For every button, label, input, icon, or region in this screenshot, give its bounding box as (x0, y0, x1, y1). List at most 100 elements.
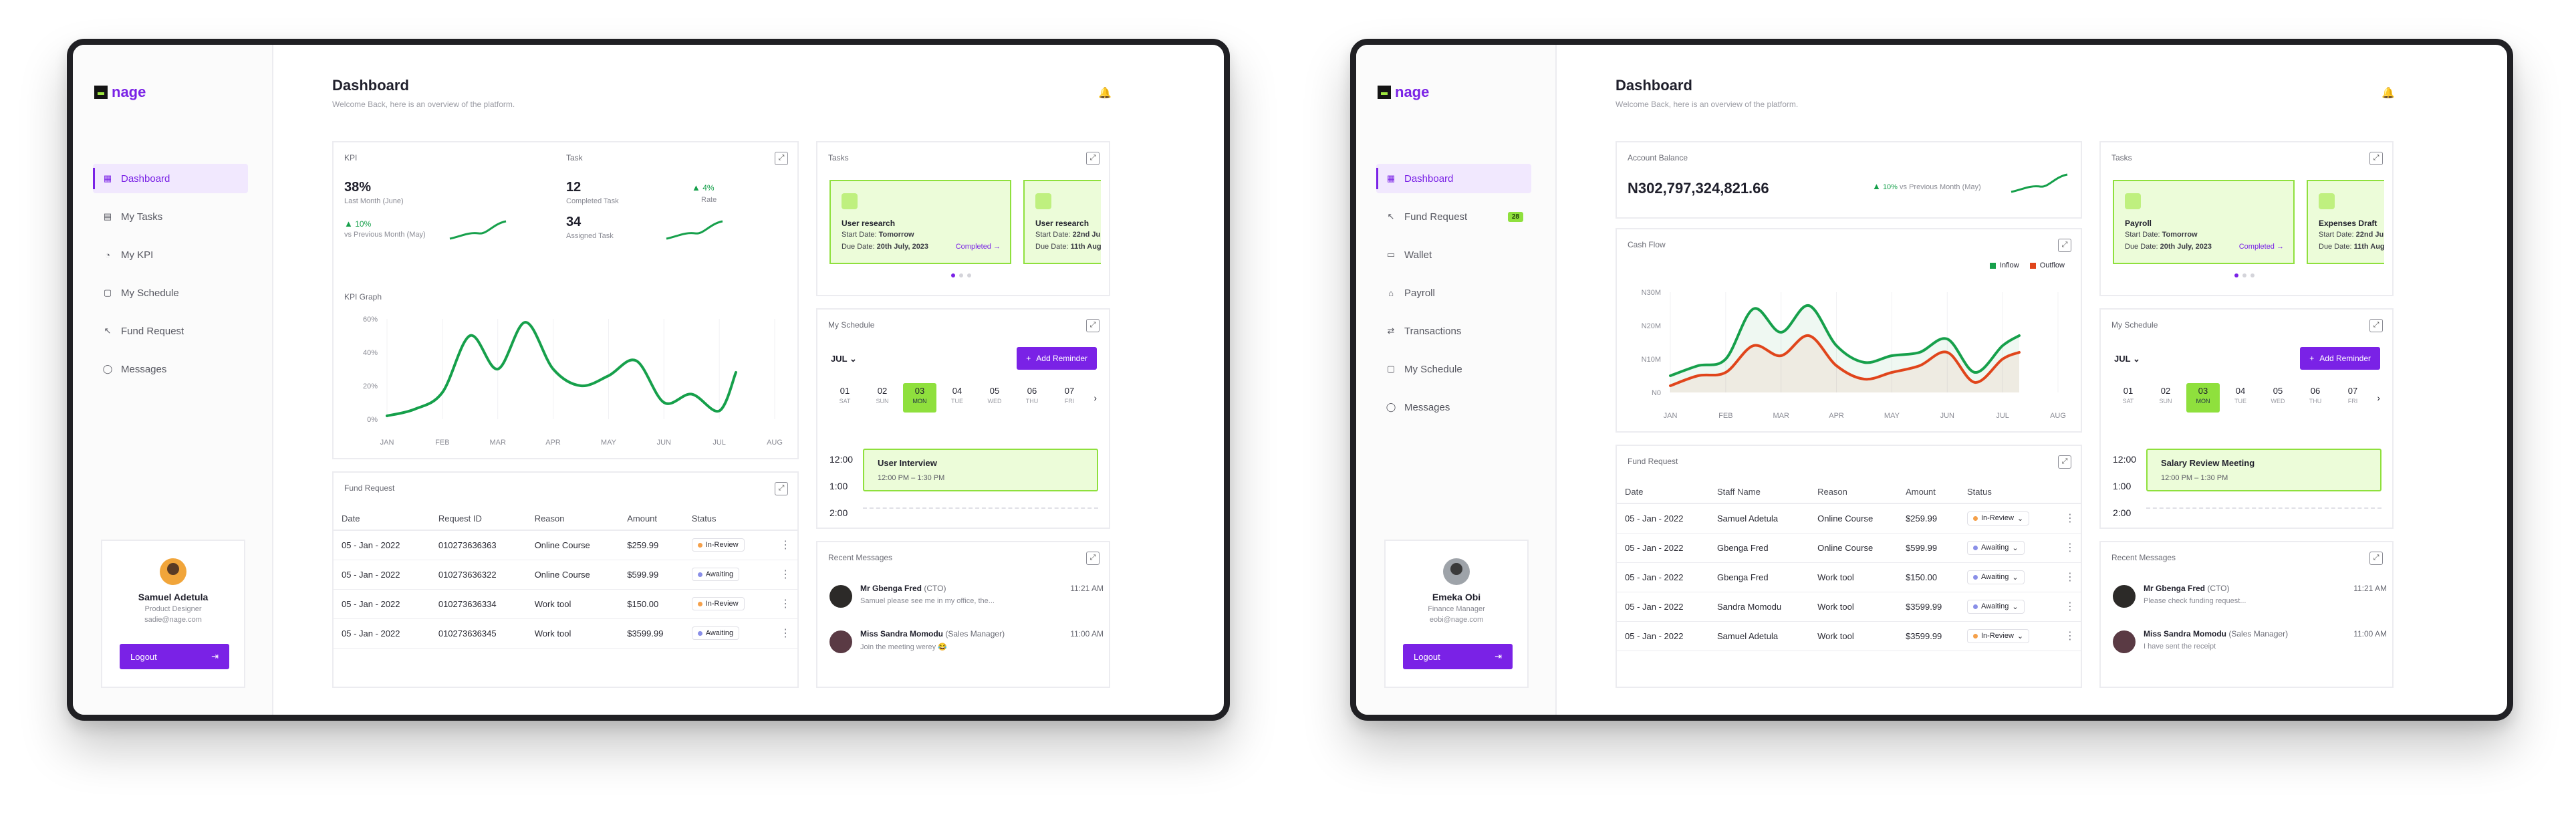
avatar (2113, 585, 2136, 608)
table-row[interactable]: 05 - Jan - 2022 010273636363 Online Course… (334, 530, 797, 560)
day-item[interactable]: 03 MON (2186, 383, 2220, 413)
day-item[interactable]: 06 THU (1015, 383, 1049, 413)
task-status[interactable]: Completed → (956, 243, 1001, 251)
day-item[interactable]: 07 FRI (2336, 383, 2369, 413)
page-dot[interactable] (951, 273, 955, 277)
sidebar-item-payroll[interactable]: ⌂ Payroll (1376, 278, 1531, 308)
message-item[interactable]: Miss Sandra Momodu (Sales Manager) I hav… (2113, 629, 2394, 663)
more-icon[interactable]: ⋮ (2065, 630, 2075, 642)
sidebar-item-my-schedule[interactable]: ▢ My Schedule (93, 278, 248, 308)
table-cell: Work tool (1809, 562, 1898, 592)
day-item[interactable]: 01 SAT (2111, 383, 2145, 413)
status-badge[interactable]: Awaiting ⌄ (1966, 570, 2025, 584)
logout-button[interactable]: Logout ⇥ (1403, 644, 1513, 669)
bell-icon[interactable]: 🔔 (2381, 86, 2395, 100)
logout-button[interactable]: Logout ⇥ (120, 644, 229, 669)
status-badge[interactable]: In-Review ⌄ (1966, 628, 2030, 643)
day-item[interactable]: 04 TUE (2224, 383, 2257, 413)
sidebar-item-fund-request[interactable]: ↖ Fund Request (93, 316, 248, 346)
sidebar-item-wallet[interactable]: ▭ Wallet (1376, 240, 1531, 269)
more-icon[interactable]: ⋮ (780, 569, 791, 580)
sidebar-item-dashboard[interactable]: ▦ Dashboard (93, 164, 248, 193)
day-item[interactable]: 05 WED (2261, 383, 2295, 413)
status-cell: Awaiting (683, 618, 773, 649)
task-card[interactable]: Payroll Start Date: Tomorrow Due Date: 2… (2113, 180, 2295, 264)
table-row[interactable]: 05 - Jan - 2022 Samuel Adetula Work tool $3… (1617, 621, 2081, 651)
day-item[interactable]: 05 WED (978, 383, 1011, 413)
day-item[interactable]: 01 SAT (828, 383, 862, 413)
message-item[interactable]: Mr Gbenga Fred (CTO) Please check fundin… (2113, 584, 2394, 617)
more-icon[interactable]: ⋮ (780, 628, 791, 639)
sidebar-item-my-schedule[interactable]: ▢ My Schedule (1376, 354, 1531, 384)
sidebar-item-my-tasks[interactable]: ▤ My Tasks (93, 202, 248, 231)
bell-icon[interactable]: 🔔 (1098, 86, 1112, 100)
expand-icon[interactable]: ⤢ (775, 152, 788, 165)
table-row[interactable]: 05 - Jan - 2022 Samuel Adetula Online Cour… (1617, 503, 2081, 534)
table-cell: $3599.99 (1898, 592, 1959, 622)
sidebar-item-transactions[interactable]: ⇄ Transactions (1376, 316, 1531, 346)
carousel-pager[interactable] (2234, 273, 2255, 277)
expand-icon[interactable]: ⤢ (2058, 455, 2071, 469)
day-item[interactable]: 07 FRI (1053, 383, 1086, 413)
table-row[interactable]: 05 - Jan - 2022 010273636345 Work tool $359… (334, 618, 797, 649)
message-item[interactable]: Miss Sandra Momodu (Sales Manager) Join … (829, 629, 1110, 663)
day-item[interactable]: 02 SUN (866, 383, 899, 413)
table-row[interactable]: 05 - Jan - 2022 Sandra Momodu Work tool $35… (1617, 592, 2081, 622)
more-icon[interactable]: ⋮ (2065, 601, 2075, 612)
task-status[interactable]: Completed → (2239, 243, 2284, 251)
chevron-right-icon[interactable]: › (1093, 392, 1097, 403)
table-row[interactable]: 05 - Jan - 2022 Gbenga Fred Work tool $150.… (1617, 562, 2081, 592)
sidebar-item-dashboard[interactable]: ▦ Dashboard (1376, 164, 1531, 193)
sidebar-item-fund-request[interactable]: ↖ Fund Request 28 (1376, 202, 1531, 231)
status-badge[interactable]: In-Review ⌄ (1966, 511, 2030, 526)
day-item[interactable]: 06 THU (2299, 383, 2332, 413)
day-item[interactable]: 03 MON (903, 383, 936, 413)
page-dot[interactable] (2234, 273, 2238, 277)
schedule-event[interactable]: User Interview 12:00 PM – 1:30 PM (863, 449, 1098, 491)
task-sparkline (666, 220, 723, 240)
expand-icon[interactable]: ⤢ (1086, 319, 1100, 332)
more-icon[interactable]: ⋮ (2065, 572, 2075, 583)
x-tick-label: AUG (767, 439, 783, 447)
table-row[interactable]: 05 - Jan - 2022 Gbenga Fred Online Course $… (1617, 533, 2081, 563)
sidebar-item-my-kpi[interactable]: ◔ My KPI (93, 240, 248, 269)
expand-icon[interactable]: ⤢ (775, 482, 788, 495)
status-badge[interactable]: Awaiting ⌄ (1966, 540, 2025, 555)
divider (863, 507, 1098, 509)
more-icon[interactable]: ⋮ (780, 598, 791, 610)
expand-icon[interactable]: ⤢ (2369, 319, 2383, 332)
sidebar-item-messages[interactable]: ◯ Messages (1376, 392, 1531, 422)
schedule-event[interactable]: Salary Review Meeting 12:00 PM – 1:30 PM (2146, 449, 2381, 491)
add-reminder-button[interactable]: + Add Reminder (2300, 347, 2380, 370)
cashflow-card: Cash Flow ⤢ Inflow Outflow N30M N20M N10M N… (1616, 228, 2082, 433)
month-select[interactable]: JUL ⌄ (2114, 354, 2140, 364)
task-card[interactable]: Expenses Draft Start Date: 22nd July Due… (2307, 180, 2384, 264)
task-card[interactable]: User research Start Date: Tomorrow Due D… (829, 180, 1011, 264)
page-dot[interactable] (2250, 273, 2255, 277)
expand-icon[interactable]: ⤢ (2369, 552, 2383, 565)
more-icon[interactable]: ⋮ (2065, 542, 2075, 554)
carousel-pager[interactable] (951, 273, 971, 277)
page-dot[interactable] (959, 273, 963, 277)
brand-logo[interactable]: nage (94, 84, 146, 101)
expand-icon[interactable]: ⤢ (1086, 552, 1100, 565)
page-dot[interactable] (967, 273, 971, 277)
chevron-right-icon[interactable]: › (2377, 392, 2380, 403)
expand-icon[interactable]: ⤢ (2058, 239, 2071, 252)
page-dot[interactable] (2242, 273, 2246, 277)
series-line (386, 320, 737, 417)
table-row[interactable]: 05 - Jan - 2022 010273636334 Work tool $150… (334, 589, 797, 619)
month-select[interactable]: JUL ⌄ (831, 354, 857, 364)
more-icon[interactable]: ⋮ (780, 540, 791, 551)
status-badge[interactable]: Awaiting ⌄ (1966, 599, 2025, 614)
table-row[interactable]: 05 - Jan - 2022 010273636322 Online Course… (334, 560, 797, 590)
task-card[interactable]: User research Start Date: 22nd July, Due… (1023, 180, 1101, 264)
message-item[interactable]: Mr Gbenga Fred (CTO) Samuel please see m… (829, 584, 1110, 617)
day-item[interactable]: 04 TUE (940, 383, 974, 413)
day-item[interactable]: 02 SUN (2149, 383, 2182, 413)
brand-logo[interactable]: nage (1378, 84, 1429, 101)
sidebar-item-messages[interactable]: ◯ Messages (93, 354, 248, 384)
more-icon[interactable]: ⋮ (2065, 513, 2075, 524)
time-label: 2:00 (2113, 507, 2132, 518)
add-reminder-button[interactable]: + Add Reminder (1017, 347, 1097, 370)
